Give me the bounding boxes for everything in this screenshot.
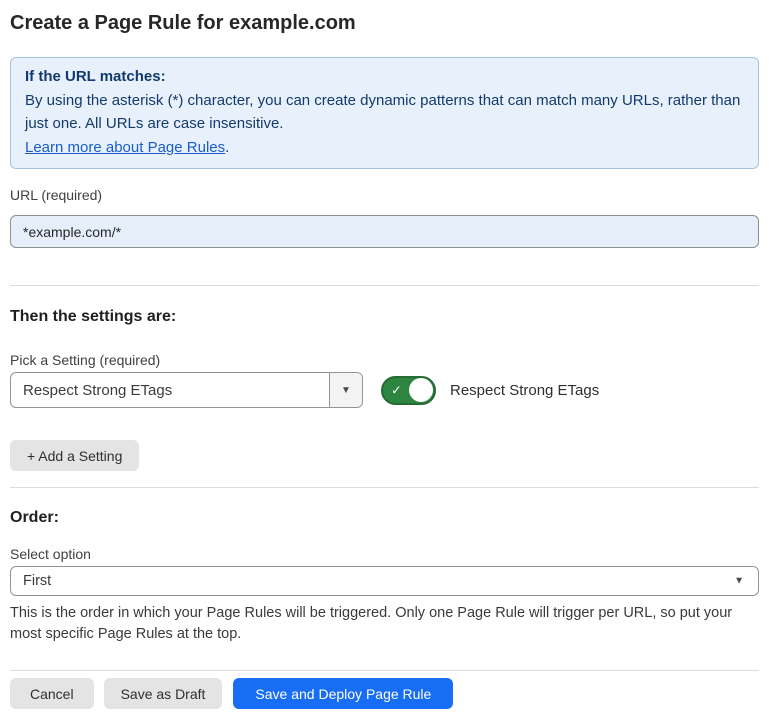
setting-select-value: Respect Strong ETags	[11, 373, 329, 407]
check-icon: ✓	[391, 384, 402, 397]
page-title: Create a Page Rule for example.com	[10, 9, 759, 37]
save-draft-button[interactable]: Save as Draft	[104, 678, 223, 709]
setting-row: Respect Strong ETags ▼ ✓ Respect Strong …	[10, 372, 759, 408]
info-box-heading: If the URL matches:	[25, 65, 744, 89]
footer-divider	[10, 670, 759, 671]
url-field-label: URL (required)	[10, 186, 759, 204]
chevron-down-icon: ▼	[734, 576, 744, 587]
order-section-heading: Order:	[10, 508, 759, 528]
toggle-knob	[409, 378, 433, 402]
url-match-info-box: If the URL matches: By using the asteris…	[10, 57, 759, 169]
page-rule-form: Create a Page Rule for example.com If th…	[0, 9, 769, 709]
cancel-button[interactable]: Cancel	[10, 678, 94, 709]
add-setting-button[interactable]: + Add a Setting	[10, 440, 139, 471]
url-input[interactable]	[10, 215, 759, 248]
pick-setting-label: Pick a Setting (required)	[10, 351, 759, 369]
order-select-label: Select option	[10, 545, 759, 563]
order-select[interactable]: First ▼	[10, 566, 759, 596]
settings-section-heading: Then the settings are:	[10, 307, 759, 327]
info-box-link-line: Learn more about Page Rules.	[25, 136, 744, 160]
section-divider	[10, 285, 759, 286]
chevron-down-icon[interactable]: ▼	[329, 373, 362, 407]
save-deploy-button[interactable]: Save and Deploy Page Rule	[233, 678, 453, 709]
setting-select[interactable]: Respect Strong ETags ▼	[10, 372, 363, 408]
order-help-text: This is the order in which your Page Rul…	[10, 603, 759, 645]
learn-more-link[interactable]: Learn more about Page Rules	[25, 139, 225, 156]
order-select-value: First	[23, 573, 51, 589]
setting-toggle[interactable]: ✓	[381, 376, 436, 405]
toggle-label: Respect Strong ETags	[450, 382, 599, 399]
link-suffix: .	[225, 139, 229, 156]
section-divider	[10, 487, 759, 488]
info-box-body: By using the asterisk (*) character, you…	[25, 89, 744, 136]
footer-actions: Cancel Save as Draft Save and Deploy Pag…	[10, 678, 759, 709]
